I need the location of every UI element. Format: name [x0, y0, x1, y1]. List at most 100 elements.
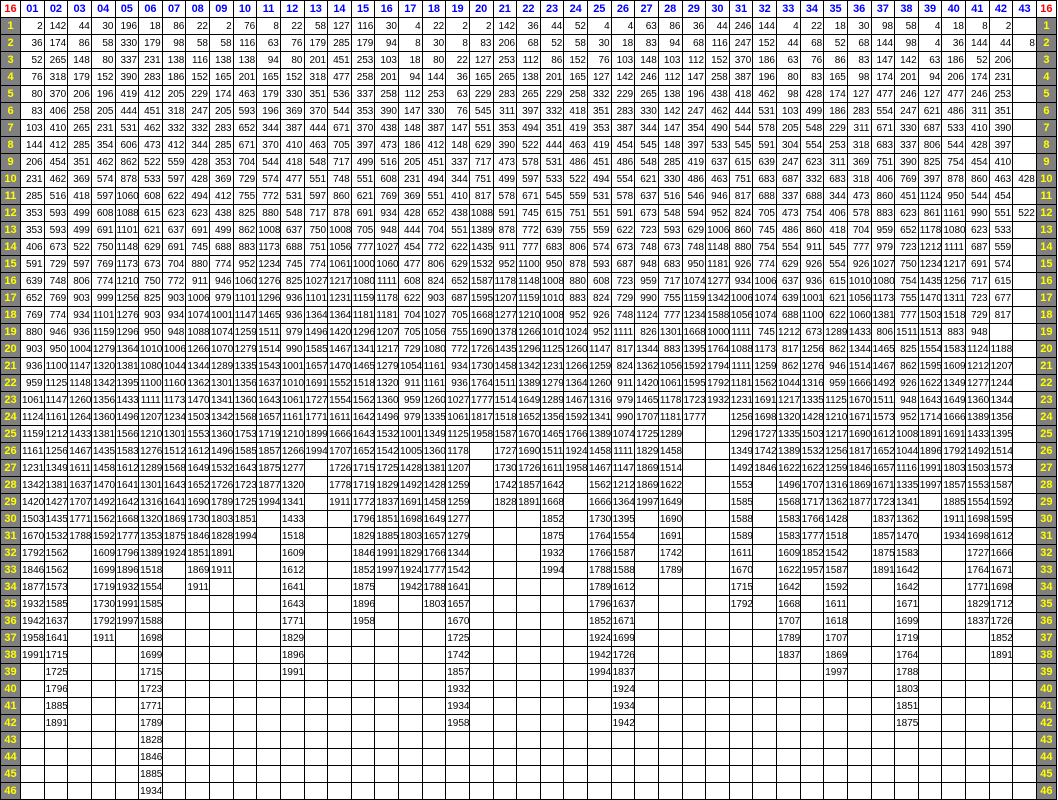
grid-cell: 1511 [894, 323, 919, 341]
grid-cell [350, 697, 376, 715]
grid-cell: 1342 [516, 357, 541, 375]
grid-cell [90, 646, 116, 664]
grid-cell [279, 680, 305, 698]
grid-cell: 522 [67, 238, 92, 256]
grid-cell: 112 [516, 51, 541, 69]
grid-cell: 1061 [279, 391, 305, 409]
grid-cell: 454 [398, 238, 423, 256]
grid-cell: 926 [894, 374, 919, 392]
grid-cell [350, 714, 376, 732]
grid-cell: 1467 [870, 357, 896, 375]
grid-cell [823, 765, 848, 783]
grid-cell: 1161 [421, 374, 447, 392]
grid-cell: 1911 [941, 510, 966, 528]
grid-cell: 1044 [776, 374, 801, 392]
grid-cell: 591 [610, 204, 636, 222]
grid-cell [1012, 578, 1037, 596]
grid-cell: 622 [398, 289, 423, 307]
grid-cell: 253 [421, 85, 447, 103]
grid-cell: 2 [468, 17, 494, 35]
grid-cell [752, 595, 777, 613]
grid-cell: 860 [327, 187, 352, 205]
grid-cell: 1726 [610, 646, 636, 664]
grid-cell: 1726 [988, 612, 1014, 630]
row-label-right: 34 [1035, 578, 1057, 596]
grid-cell: 116 [185, 51, 210, 69]
grid-cell: 1231 [327, 289, 352, 307]
grid-cell: 946 [209, 272, 234, 290]
grid-cell: 825 [279, 272, 305, 290]
grid-cell: 1207 [374, 323, 399, 341]
grid-cell: 1277 [492, 306, 518, 324]
grid-cell [232, 578, 258, 596]
grid-cell: 621 [634, 170, 659, 188]
grid-cell: 1846 [20, 561, 45, 579]
grid-cell: 247 [185, 102, 210, 120]
grid-cell [398, 646, 423, 664]
grid-cell [468, 612, 494, 630]
grid-cell [20, 663, 45, 681]
grid-cell: 1699 [894, 612, 919, 630]
grid-cell: 705 [752, 204, 777, 222]
grid-cell: 1173 [114, 255, 140, 273]
grid-cell [634, 765, 659, 783]
grid-cell: 444 [539, 136, 565, 154]
grid-cell [563, 646, 588, 664]
grid-cell [327, 748, 352, 766]
grid-cell: 229 [185, 85, 210, 103]
grid-cell [303, 459, 329, 477]
grid-cell [90, 680, 116, 698]
grid-cell [516, 697, 541, 715]
table-row: 15 591 729 597 769 1173 673 704 880 774 952 1234 745… [0, 255, 1057, 273]
grid-cell: 911 [610, 374, 636, 392]
grid-cell: 1611 [539, 459, 565, 477]
table-row: 43 1828 43 [0, 731, 1057, 749]
grid-cell [492, 578, 518, 596]
grid-cell: 1027 [445, 391, 470, 409]
grid-cell [634, 748, 659, 766]
grid-cell: 412 [138, 85, 163, 103]
grid-cell [752, 493, 777, 511]
grid-cell: 1885 [941, 493, 966, 511]
grid-cell: 1395 [114, 374, 140, 392]
grid-cell [1012, 731, 1037, 749]
grid-cell: 1260 [67, 391, 92, 409]
grid-cell: 353 [20, 204, 45, 222]
grid-cell: 1932 [445, 680, 470, 698]
grid-cell [492, 782, 518, 800]
grid-cell: 1395 [610, 510, 636, 528]
grid-cell [799, 782, 825, 800]
grid-cell: 637 [279, 221, 305, 239]
grid-cell: 825 [138, 289, 163, 307]
grid-cell: 1005 [398, 442, 423, 460]
grid-cell [870, 748, 896, 766]
grid-cell [917, 578, 943, 596]
grid-cell: 1562 [90, 510, 116, 528]
grid-cell: 144 [870, 34, 896, 52]
grid-cell [917, 731, 943, 749]
row-label-left: 14 [0, 238, 21, 256]
grid-cell: 1552 [327, 374, 352, 392]
grid-cell: 1266 [279, 442, 305, 460]
grid-cell: 1585 [232, 442, 258, 460]
grid-cell [965, 680, 990, 698]
grid-cell [799, 680, 825, 698]
grid-cell: 531 [539, 153, 565, 171]
table-row: 25 1159 1212 1433 1381 1566 1210 1301 1553 1360 17… [0, 425, 1057, 443]
grid-cell: 1828 [209, 527, 234, 545]
grid-cell [1012, 102, 1037, 120]
grid-cell: 1649 [941, 391, 966, 409]
grid-cell [563, 697, 588, 715]
grid-cell: 112 [681, 51, 707, 69]
grid-cell: 1715 [43, 646, 69, 664]
grid-cell: 174 [965, 68, 990, 86]
grid-cell [492, 748, 518, 766]
grid-cell: 246 [965, 85, 990, 103]
grid-cell: 1008 [894, 425, 919, 443]
grid-cell: 1335 [894, 476, 919, 494]
grid-cell: 1344 [445, 544, 470, 562]
grid-cell: 1777 [114, 527, 140, 545]
grid-cell: 116 [350, 17, 376, 35]
column-header: 33 [776, 0, 801, 18]
grid-cell: 1542 [374, 442, 399, 460]
